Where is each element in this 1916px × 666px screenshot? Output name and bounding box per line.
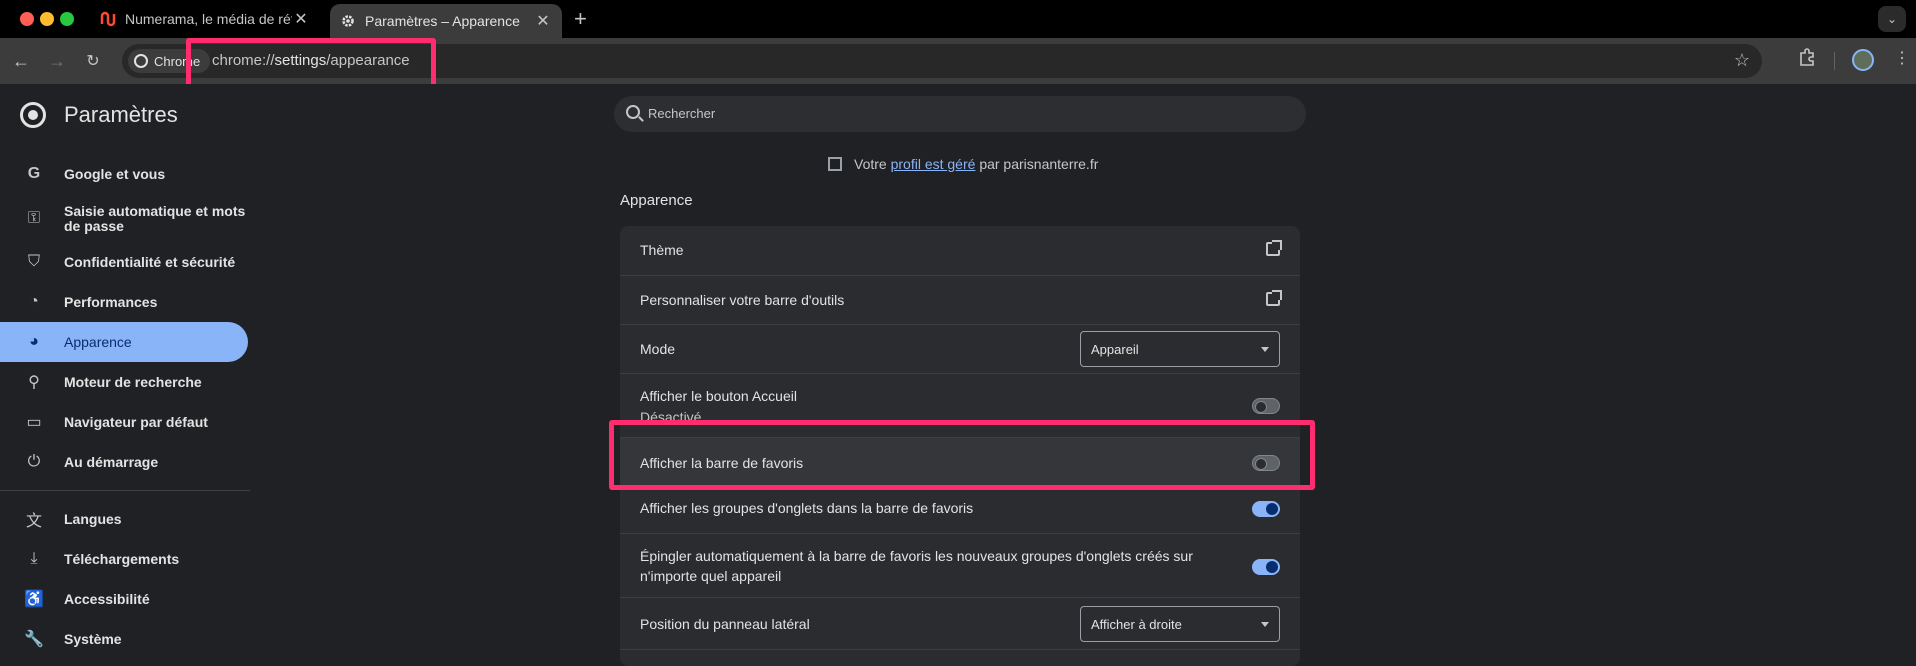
reload-icon: ↻ [86,53,100,70]
close-icon[interactable]: ✕ [534,11,552,31]
row-mode: Mode Appareil [620,324,1300,373]
sidebar-item-languages[interactable]: 文 Langues [0,499,250,539]
search-icon [626,105,640,119]
maximize-window-button[interactable] [60,12,74,26]
pin-tab-groups-toggle[interactable] [1252,559,1280,575]
gauge-icon: ◔ [29,293,39,310]
side-panel-select[interactable]: Afficher à droite [1080,606,1280,642]
chevron-down-icon: ⌄ [1886,12,1898,26]
more-menu-icon[interactable]: ⋮ [1894,48,1910,68]
download-icon: ⤓ [30,550,38,567]
dropdown-caret-icon [1261,622,1269,627]
power-icon: ⏻ [27,453,41,470]
minimize-window-button[interactable] [40,12,54,26]
row-tab-groups[interactable]: Afficher les groupes d'onglets dans la b… [620,487,1300,533]
highlight-box-bookmarks [609,420,1315,490]
sidebar-item-autofill[interactable]: ⚿ Saisie automatique et mots de passe [0,194,250,242]
key-icon: ⚿ [27,209,41,227]
open-external-icon[interactable] [1266,290,1282,306]
settings-sidebar: G Google et vous ⚿ Saisie automatique et… [0,154,250,659]
arrow-left-icon: ← [12,50,30,71]
open-external-icon[interactable] [1266,240,1282,256]
sidebar-item-performance[interactable]: ◔ Performances [0,282,250,322]
section-title-appearance: Apparence [620,192,693,209]
sidebar-divider [0,490,250,491]
close-icon[interactable]: ✕ [292,9,310,29]
tab-groups-toggle[interactable] [1252,501,1280,517]
page-title: Paramètres [64,102,178,127]
sidebar-item-search-engine[interactable]: ⚲ Moteur de recherche [0,362,250,402]
tab-title: Paramètres – Apparence [365,13,520,29]
row-theme[interactable]: Thème [620,226,1300,275]
tab-title: Numerama, le média de référence [125,11,292,27]
sidebar-item-default-browser[interactable]: ▭ Navigateur par défaut [0,402,250,442]
sidebar-item-privacy[interactable]: ⛉ Confidentialité et sécurité [0,242,250,282]
bookmark-star-icon[interactable]: ☆ [1734,50,1750,71]
sidebar-item-downloads[interactable]: ⤓ Téléchargements [0,539,250,579]
sidebar-item-accessibility[interactable]: ♿ Accessibilité [0,579,250,619]
chrome-icon [134,54,148,68]
new-tab-button[interactable]: + [574,8,587,30]
search-placeholder: Rechercher [648,106,716,121]
settings-brand: Paramètres [20,102,178,128]
tab-strip: Numerama, le média de référence ✕ Paramè… [0,0,1916,38]
sidebar-item-appearance[interactable]: ◕ Apparence [0,322,248,362]
shield-icon: ⛉ [27,253,40,270]
sidebar-item-system[interactable]: 🔧 Système [0,619,250,659]
close-window-button[interactable] [20,12,34,26]
palette-icon: ◕ [29,333,39,350]
wrench-icon: 🔧 [24,631,44,648]
extensions-icon[interactable] [1798,48,1816,71]
dropdown-caret-icon [1261,347,1269,352]
search-icon: ⚲ [28,374,40,391]
tab-search-button[interactable]: ⌄ [1878,6,1906,32]
translate-icon: 文 [25,513,42,530]
reload-button[interactable]: ↻ [80,48,106,74]
accessibility-icon: ♿ [24,591,44,608]
mode-select[interactable]: Appareil [1080,331,1280,367]
tab-settings[interactable]: Paramètres – Apparence ✕ [330,4,562,38]
forward-button[interactable]: → [44,48,70,74]
sidebar-item-startup[interactable]: ⏻ Au démarrage [0,442,250,482]
settings-page: Paramètres Rechercher G Google et vous ⚿… [0,84,1916,666]
numerama-icon [100,11,116,27]
sidebar-item-google[interactable]: G Google et vous [0,154,250,194]
back-button[interactable]: ← [8,48,34,74]
avatar[interactable] [1852,49,1874,71]
chrome-logo-icon [20,102,46,128]
toolbar-divider [1834,52,1835,70]
row-customize-toolbar[interactable]: Personnaliser votre barre d'outils [620,275,1300,324]
tab-numerama[interactable]: Numerama, le média de référence ✕ [100,0,320,38]
arrow-right-icon: → [48,50,66,71]
google-icon: G [27,165,41,182]
settings-search[interactable]: Rechercher [614,96,1306,132]
building-icon [828,157,842,171]
row-pin-tab-groups[interactable]: Épingler automatiquement à la barre de f… [620,533,1300,597]
browser-window-icon: ▭ [26,414,42,431]
managed-profile-notice: Votre profil est géré par parisnanterre.… [828,156,1098,172]
row-side-panel: Position du panneau latéral Afficher à d… [620,597,1300,649]
home-button-toggle[interactable] [1252,398,1280,414]
managed-profile-link[interactable]: profil est géré [891,156,976,172]
gear-icon [340,13,356,29]
